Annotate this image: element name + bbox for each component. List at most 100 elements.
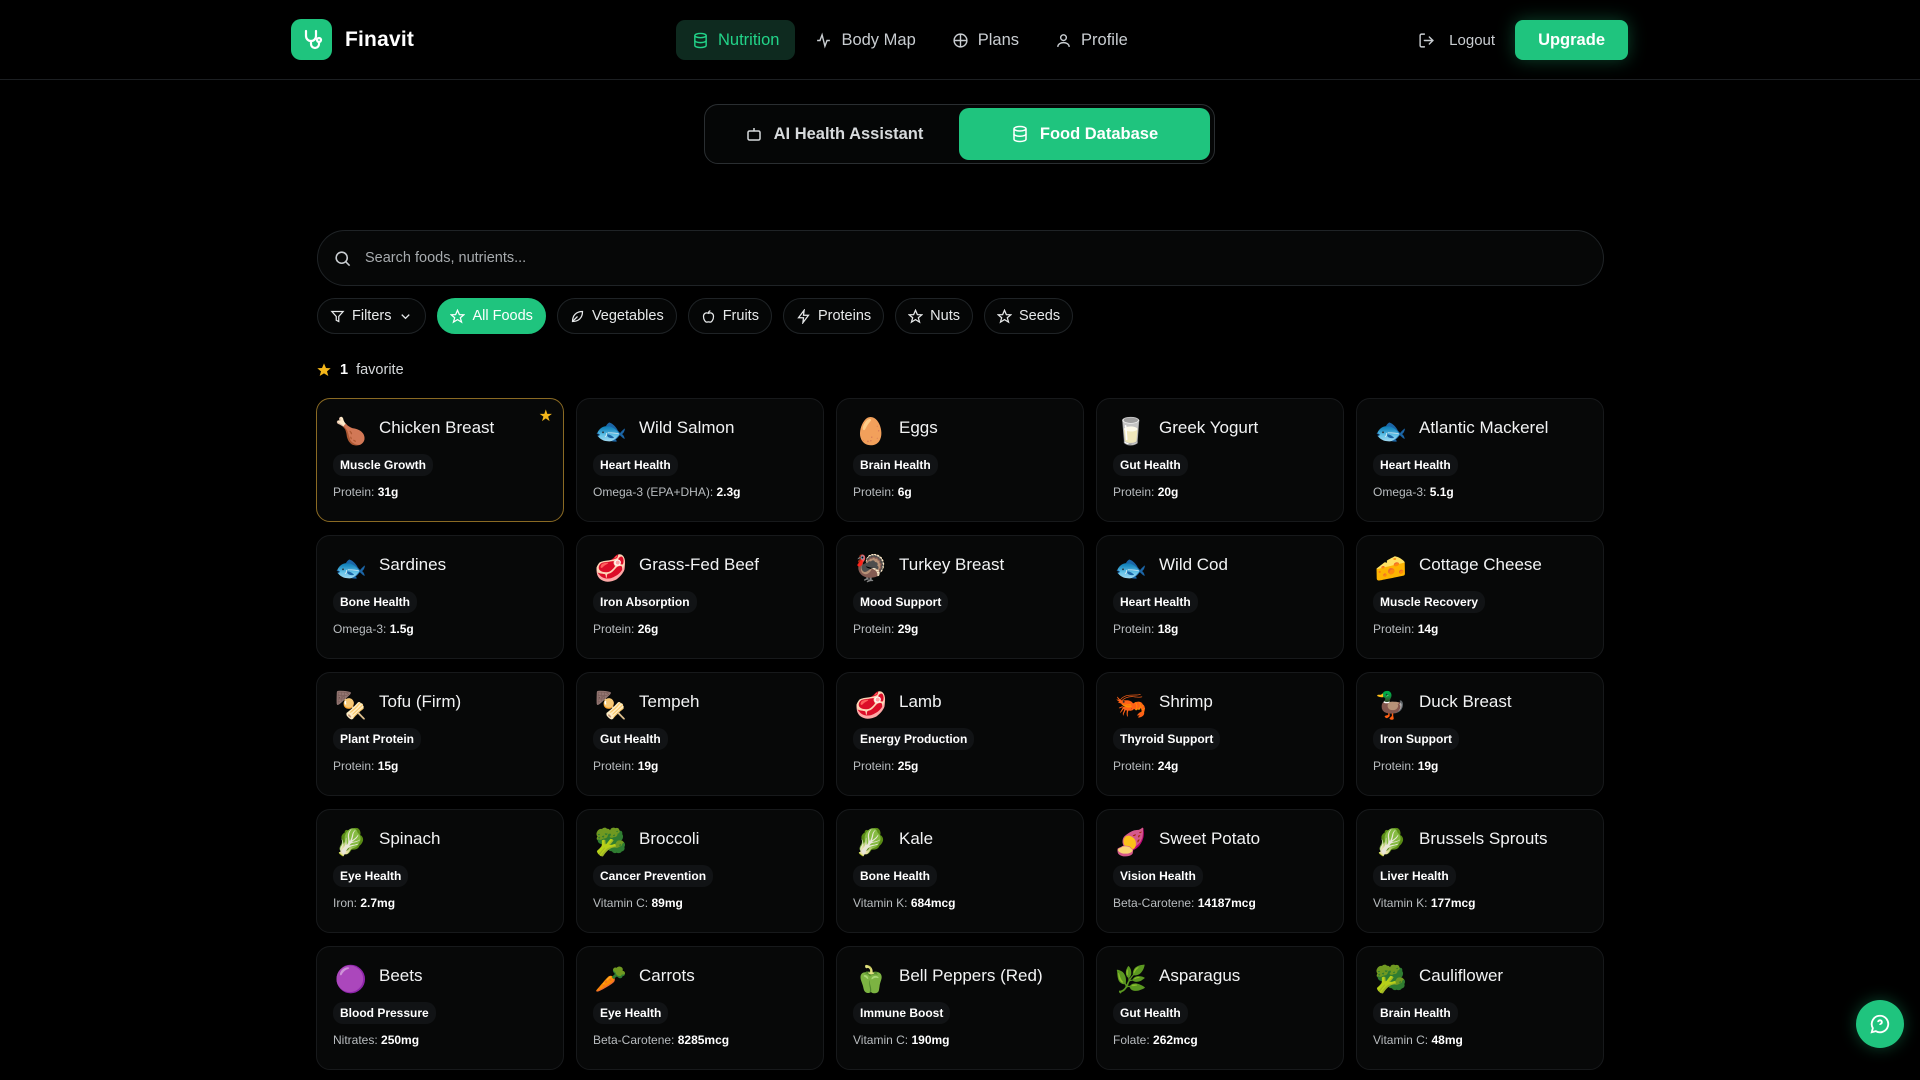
chip-proteins[interactable]: Proteins [782,298,885,334]
chip-nuts-label: Nuts [930,308,960,324]
activity-icon [817,31,831,49]
food-name: Sweet Potato [1159,829,1261,848]
logout-label: Logout [1449,31,1496,49]
food-card-brussels-sprouts[interactable]: 🥬 Brussels Sprouts Liver Health Vitamin K: … [1356,809,1604,933]
food-card-shrimp[interactable]: 🦐 Shrimp Thyroid Support Protein: 24g [1096,672,1344,796]
food-name: Turkey Breast [899,555,1005,574]
nutrient-info: Omega-3: 1.5g [333,622,547,636]
chip-seeds-label: Seeds [1018,308,1061,324]
nav-nutrition[interactable]: Nutrition [676,20,796,60]
food-card-header: 🥩 Lamb [853,687,1067,723]
nutrient-value: 6g [897,485,912,499]
chip-fruits[interactable]: Fruits [687,298,772,334]
nutrient-info: Vitamin C: 48mg [1373,1033,1587,1047]
nutrient-label: Vitamin C: [853,1033,909,1047]
food-card-tofu-firm[interactable]: 🍢 Tofu (Firm) Plant Protein Protein: 15g [316,672,564,796]
nutrient-value: 2.3g [716,485,741,499]
food-card-carrots[interactable]: 🥕 Carrots Eye Health Beta-Carotene: 8285mcg [576,946,824,1070]
food-name: Shrimp [1159,692,1213,711]
compass-icon [953,32,968,48]
food-card-kale[interactable]: 🥬 Kale Bone Health Vitamin K: 684mcg [836,809,1084,933]
food-card-header: 🥦 Broccoli [593,824,807,860]
filters-dropdown[interactable]: Filters [317,298,427,334]
nutrient-info: Protein: 31g [333,485,547,499]
food-card-bell-peppers-red[interactable]: 🫑 Bell Peppers (Red) Immune Boost Vitamin C… [836,946,1084,1070]
food-name: Asparagus [1159,966,1241,985]
benefit-badge: Thyroid Support [1113,728,1221,750]
chip-fruits-label: Fruits [722,308,759,324]
nutrient-info: Iron: 2.7mg [333,896,547,910]
food-card-wild-cod[interactable]: 🐟 Wild Cod Heart Health Protein: 18g [1096,535,1344,659]
chat-button[interactable] [1856,1000,1904,1048]
nutrient-label: Beta-Carotene: [593,1033,675,1047]
food-name: Beets [379,966,423,985]
tab-ai-health-assistant[interactable]: AI Health Assistant [709,108,959,160]
food-card-cauliflower[interactable]: 🥦 Cauliflower Brain Health Vitamin C: 48mg [1356,946,1604,1070]
database-icon [1013,125,1027,143]
favorite-star-icon[interactable]: ★ [539,406,553,426]
food-card-chicken-breast[interactable]: 🍗 Chicken Breast Muscle Growth Protein: 31g… [316,398,564,522]
chip-vegetables[interactable]: Vegetables [556,298,677,334]
star-icon [908,308,924,324]
chip-seeds[interactable]: Seeds [983,298,1074,334]
nutrient-value: 262mcg [1153,1033,1198,1047]
food-card-grass-fed-beef[interactable]: 🥩 Grass-Fed Beef Iron Absorption Protein: 2… [576,535,824,659]
food-card-duck-breast[interactable]: 🦆 Duck Breast Iron Support Protein: 19g [1356,672,1604,796]
food-card-eggs[interactable]: 🥚 Eggs Brain Health Protein: 6g [836,398,1084,522]
food-card-header: 🥩 Grass-Fed Beef [593,550,807,586]
chip-all-foods[interactable]: All Foods [437,298,546,334]
food-card-tempeh[interactable]: 🍢 Tempeh Gut Health Protein: 19g [576,672,824,796]
food-icon: 🥬 [854,827,888,857]
food-card-cottage-cheese[interactable]: 🧀 Cottage Cheese Muscle Recovery Protein: 1… [1356,535,1604,659]
food-name: Atlantic Mackerel [1419,418,1549,437]
food-icon: 🟣 [334,964,368,994]
food-card-broccoli[interactable]: 🥦 Broccoli Cancer Prevention Vitamin C: 89m… [576,809,824,933]
upgrade-button[interactable]: Upgrade [1515,20,1628,60]
food-name: Chicken Breast [379,418,495,437]
nav-plans-label: Plans [977,30,1020,49]
nav-body-map[interactable]: Body Map [799,20,931,60]
food-icon: 🥚 [854,416,888,446]
nutrient-value: 48mg [1431,1033,1463,1047]
food-icon: 🥩 [854,690,888,720]
star-icon [450,308,466,324]
search-bar [317,230,1604,286]
nutrient-info: Protein: 26g [593,622,807,636]
food-card-turkey-breast[interactable]: 🦃 Turkey Breast Mood Support Protein: 29g [836,535,1084,659]
food-card-sweet-potato[interactable]: 🍠 Sweet Potato Vision Health Beta-Carotene:… [1096,809,1344,933]
food-card-beets[interactable]: 🟣 Beets Blood Pressure Nitrates: 250mg [316,946,564,1070]
nutrient-info: Protein: 18g [1113,622,1327,636]
chevron-down-icon [401,313,411,319]
food-card-header: 🥛 Greek Yogurt [1113,413,1327,449]
food-card-lamb[interactable]: 🥩 Lamb Energy Production Protein: 25g [836,672,1084,796]
nutrient-value: 24g [1157,759,1179,773]
favorites-label: favorite [356,362,404,378]
search-input[interactable] [365,250,1265,266]
food-icon: 🦐 [1114,690,1148,720]
food-name: Sardines [379,555,447,574]
chip-nuts[interactable]: Nuts [895,298,973,334]
logout-button[interactable]: Logout [1418,32,1495,49]
food-name: Cottage Cheese [1419,555,1542,574]
brand[interactable]: Finavit [291,19,414,60]
food-icon: 🥕 [594,964,628,994]
food-icon: 🐟 [1114,553,1148,583]
benefit-badge: Eye Health [593,1002,669,1024]
food-name: Duck Breast [1419,692,1512,711]
food-card-atlantic-mackerel[interactable]: 🐟 Atlantic Mackerel Heart Health Omega-3: 5… [1356,398,1604,522]
tab-food-database[interactable]: Food Database [959,108,1210,160]
food-card-greek-yogurt[interactable]: 🥛 Greek Yogurt Gut Health Protein: 20g [1096,398,1344,522]
food-card-sardines[interactable]: 🐟 Sardines Bone Health Omega-3: 1.5g [316,535,564,659]
food-card-spinach[interactable]: 🥬 Spinach Eye Health Iron: 2.7mg [316,809,564,933]
food-icon: 🥬 [1374,827,1408,857]
nutrient-label: Folate: [1113,1033,1150,1047]
nav-profile[interactable]: Profile [1039,20,1144,60]
nutrient-info: Nitrates: 250mg [333,1033,547,1047]
food-card-wild-salmon[interactable]: 🐟 Wild Salmon Heart Health Omega-3 (EPA+DHA… [576,398,824,522]
food-card-header: 🍗 Chicken Breast [333,413,547,449]
nav-plans[interactable]: Plans [936,20,1035,60]
filter-chips: Filters All Foods Vegetables Fruits Prot… [317,298,1074,334]
nutrient-info: Protein: 19g [593,759,807,773]
benefit-badge: Vision Health [1113,865,1203,887]
food-card-asparagus[interactable]: 🌿 Asparagus Gut Health Folate: 262mcg [1096,946,1344,1070]
